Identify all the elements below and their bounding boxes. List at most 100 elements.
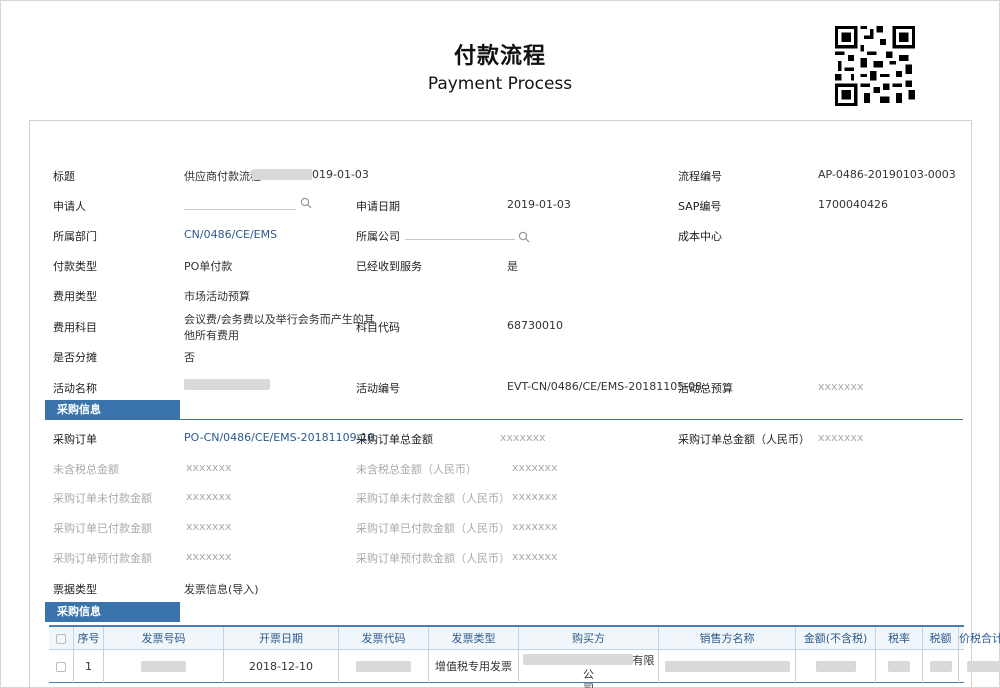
expense-subject-value-line2: 他所有费用 <box>184 329 239 342</box>
invoice-date-cell: 2018-12-10 <box>224 651 339 683</box>
po-total-label: 采购订单总金额 <box>356 433 433 446</box>
company-lookup-field[interactable] <box>405 228 515 240</box>
redacted-tax-rate <box>888 661 910 672</box>
paid-label: 采购订单已付款金额 <box>53 522 152 535</box>
subject-code-value: 68730010 <box>507 319 563 332</box>
service-value: 是 <box>507 260 518 273</box>
po-total-rmb-value: xxxxxxx <box>818 431 864 444</box>
unpaid-label: 采购订单未付款金额 <box>53 492 152 505</box>
column-header[interactable]: 金额(不含税) <box>796 627 876 652</box>
invoice-section-header: 采购信息 <box>45 602 963 622</box>
activity-budget-value: xxxxxxx <box>818 380 864 393</box>
expense-subject-value-line1: 会议费/会务费以及举行会务而产生的其 <box>184 313 375 326</box>
column-header[interactable]: 税率 <box>876 627 923 652</box>
select-all-checkbox[interactable] <box>56 634 66 644</box>
title-value-tail: 019-01-03 <box>312 168 369 181</box>
tax-amount-cell <box>923 651 959 683</box>
prepaid-rmb-value: xxxxxxx <box>512 550 558 563</box>
column-header[interactable]: 销售方名称 <box>659 627 796 652</box>
po-link[interactable]: PO-CN/0486/CE/EMS-20181109-10 <box>184 431 375 444</box>
title-value: 供应商付款流程 <box>184 170 261 183</box>
search-icon[interactable] <box>300 197 312 209</box>
sap-label: SAP编号 <box>678 200 722 213</box>
paid-rmb-label: 采购订单已付款金额（人民币） <box>356 522 510 535</box>
activity-no-value: EVT-CN/0486/CE/EMS-20181105-08 <box>507 380 703 393</box>
redacted-invoice-code <box>356 661 411 672</box>
untaxed-total-label: 未含税总金额 <box>53 463 119 476</box>
prepaid-rmb-label: 采购订单预付款金额（人民币） <box>356 552 510 565</box>
column-header[interactable]: 购买方 <box>519 627 659 652</box>
unpaid-value: xxxxxxx <box>186 490 232 503</box>
activity-no-label: 活动编号 <box>356 382 400 395</box>
pay-type-label: 付款类型 <box>53 260 97 273</box>
total-cell <box>959 651 1000 683</box>
subject-code-label: 科目代码 <box>356 321 400 334</box>
applicant-lookup-field[interactable] <box>184 198 296 210</box>
split-value: 否 <box>184 351 195 364</box>
sap-value: 1700040426 <box>818 198 888 211</box>
redacted-title <box>252 169 312 180</box>
pay-type-value: PO单付款 <box>184 260 233 273</box>
invoice-type-cell: 增值税专用发票 <box>429 651 519 683</box>
flow-no-value: AP-0486-20190103-0003 <box>818 168 956 181</box>
column-header[interactable]: 税额 <box>923 627 959 652</box>
column-header[interactable]: 开票日期 <box>224 627 339 652</box>
redacted-seller <box>664 661 790 672</box>
applicant-label: 申请人 <box>53 200 86 213</box>
expense-type-label: 费用类型 <box>53 290 97 303</box>
select-all-cell[interactable] <box>49 627 74 652</box>
dept-label: 所属部门 <box>53 230 97 243</box>
company-label: 所属公司 <box>356 230 400 243</box>
apply-date-value: 2019-01-03 <box>507 198 571 211</box>
invoice-code-cell <box>339 651 429 683</box>
purchase-section-tab[interactable]: 采购信息 <box>45 400 180 420</box>
search-icon[interactable] <box>518 231 530 243</box>
column-header[interactable]: 序号 <box>74 627 104 652</box>
service-label: 已经收到服务 <box>356 260 422 273</box>
paid-rmb-value: xxxxxxx <box>512 520 558 533</box>
bill-type-value: 发票信息(导入) <box>184 583 259 596</box>
untaxed-total-rmb-value: xxxxxxx <box>512 461 558 474</box>
row-index: 1 <box>74 651 104 683</box>
split-label: 是否分摊 <box>53 351 97 364</box>
row-checkbox[interactable] <box>56 662 66 672</box>
unpaid-rmb-label: 采购订单未付款金额（人民币） <box>356 492 510 505</box>
expense-subject-label: 费用科目 <box>53 321 97 334</box>
seller-cell <box>659 651 796 683</box>
redacted-activity-name <box>184 379 270 390</box>
activity-name-label: 活动名称 <box>53 382 97 395</box>
purchase-section-header: 采购信息 <box>45 400 963 420</box>
table-row[interactable]: 1 2018-12-10 增值税专用发票 有限公 司 <box>49 651 1000 688</box>
redacted-amount <box>815 661 856 672</box>
untaxed-total-value: xxxxxxx <box>186 461 232 474</box>
expense-type-value: 市场活动预算 <box>184 290 250 303</box>
po-total-rmb-label: 采购订单总金额（人民币） <box>678 433 810 446</box>
column-header[interactable]: 发票代码 <box>339 627 429 652</box>
prepaid-label: 采购订单预付款金额 <box>53 552 152 565</box>
prepaid-value: xxxxxxx <box>186 550 232 563</box>
redacted-invoice-no <box>141 661 186 672</box>
po-label: 采购订单 <box>53 433 97 446</box>
buyer-name-wrap: 司 <box>583 682 594 688</box>
untaxed-total-rmb-label: 未含税总金额（人民币） <box>356 463 477 476</box>
dept-link[interactable]: CN/0486/CE/EMS <box>184 228 277 241</box>
redacted-tax-amount <box>929 661 952 672</box>
column-header[interactable]: 价税合计 <box>959 627 1000 652</box>
apply-date-label: 申请日期 <box>356 200 400 213</box>
title-label: 标题 <box>53 170 75 183</box>
invoice-table-header: 序号 发票号码 开票日期 发票代码 发票类型 购买方 销售方名称 金额(不含税)… <box>49 625 1000 652</box>
bill-type-label: 票据类型 <box>53 583 97 596</box>
buyer-cell: 有限公 司 <box>519 651 659 688</box>
invoice-section-tab[interactable]: 采购信息 <box>45 602 180 622</box>
column-header[interactable]: 发票类型 <box>429 627 519 652</box>
qr-code-icon <box>835 26 915 106</box>
cost-center-label: 成本中心 <box>678 230 722 243</box>
redacted-buyer <box>522 654 633 665</box>
po-total-value: xxxxxxx <box>500 431 546 444</box>
invoice-no-cell <box>104 651 224 683</box>
column-header[interactable]: 发票号码 <box>104 627 224 652</box>
flow-no-label: 流程编号 <box>678 170 722 183</box>
redacted-total <box>967 661 1000 672</box>
row-select-cell[interactable] <box>49 651 74 683</box>
column-header-label: 价税合计 <box>959 632 1000 645</box>
